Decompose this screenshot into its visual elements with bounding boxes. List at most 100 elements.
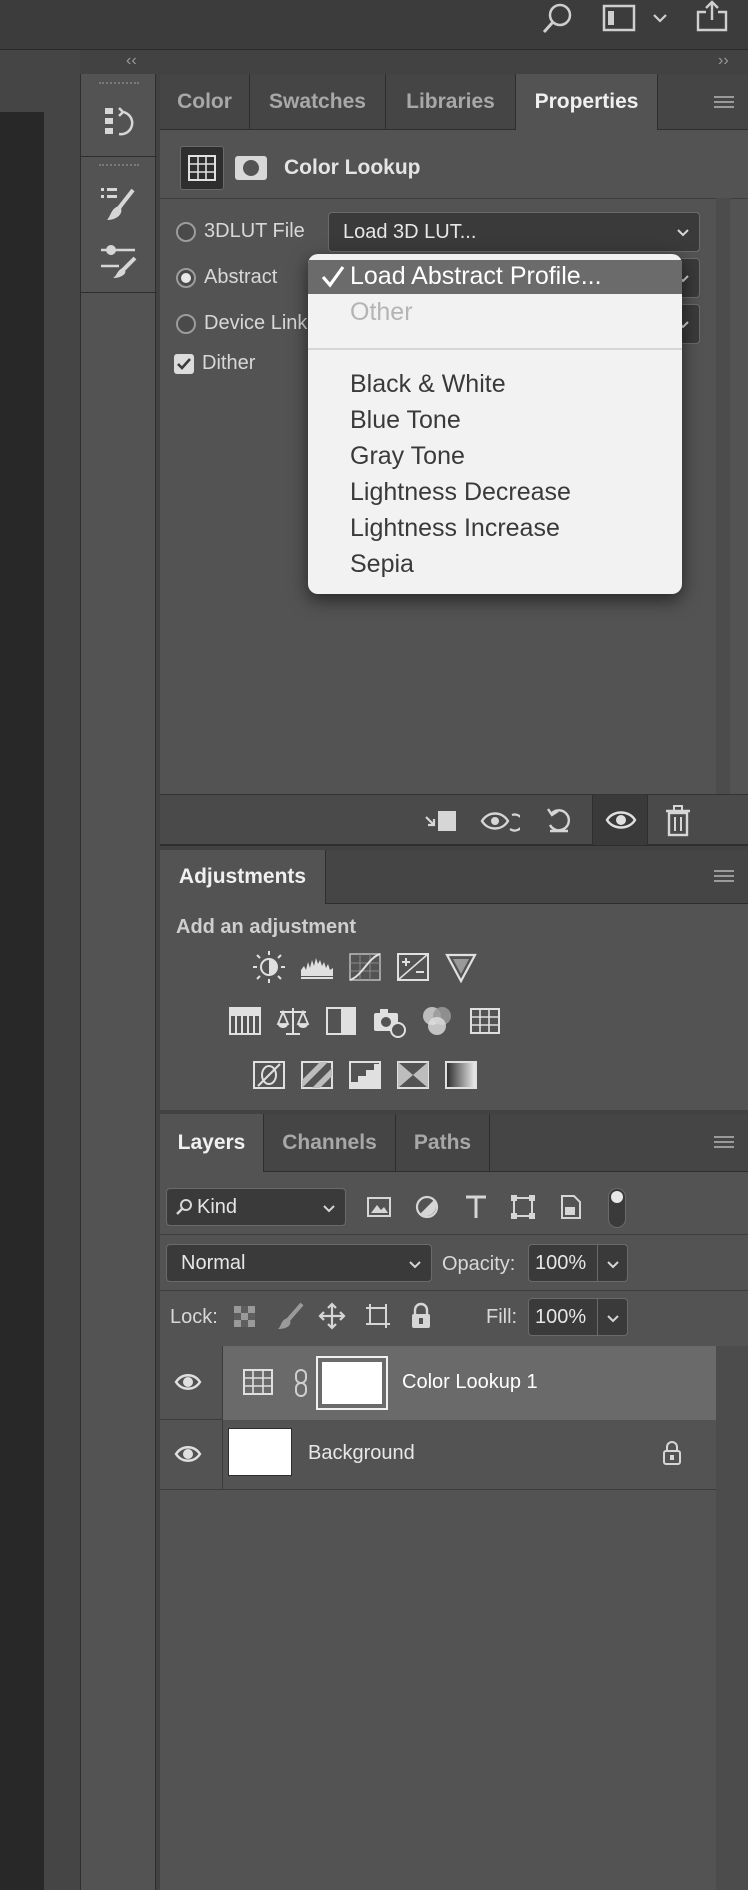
brush-presets-icon[interactable] — [99, 184, 139, 224]
properties-scrollbar[interactable] — [716, 198, 730, 796]
abstract-profile-menu: Load Abstract Profile... Other Black & W… — [308, 254, 682, 594]
collapse-right-icon[interactable]: ›› — [718, 52, 738, 69]
brush-settings-icon[interactable] — [99, 240, 139, 280]
color-lookup-adjustment-icon[interactable] — [180, 146, 224, 190]
levels-icon[interactable] — [300, 950, 334, 984]
trash-icon[interactable] — [664, 805, 692, 837]
menu-item-black-white[interactable]: Black & White — [350, 370, 506, 399]
tab-libraries[interactable]: Libraries — [386, 74, 516, 130]
layer-mask-icon[interactable] — [234, 154, 268, 182]
threshold-icon[interactable] — [348, 1058, 382, 1092]
tab-paths[interactable]: Paths — [396, 1114, 490, 1172]
panel-menu-icon[interactable] — [714, 1136, 734, 1151]
chevron-down-icon — [677, 229, 689, 237]
chevron-down-icon — [607, 1261, 619, 1269]
checkmark-icon — [320, 264, 346, 290]
tab-layers[interactable]: Layers — [160, 1114, 264, 1172]
layer-row-color-lookup[interactable]: Color Lookup 1 — [160, 1346, 716, 1420]
color-lookup-layer-icon — [242, 1368, 274, 1396]
clip-to-layer-icon[interactable] — [424, 807, 460, 835]
menu-item-sepia[interactable]: Sepia — [350, 550, 414, 579]
row-divider — [222, 1420, 223, 1490]
hue-saturation-icon[interactable] — [228, 1004, 262, 1038]
channel-mixer-icon[interactable] — [420, 1004, 454, 1038]
layer-row-background[interactable]: Background — [160, 1420, 716, 1490]
lock-icon[interactable] — [662, 1440, 682, 1466]
vibrance-icon[interactable] — [444, 950, 478, 984]
filter-smart-object-icon[interactable] — [558, 1194, 582, 1220]
layer-visibility-eye-icon[interactable] — [174, 1442, 202, 1466]
radio-device-link[interactable] — [176, 314, 196, 334]
toggle-visibility-icon[interactable] — [592, 795, 648, 845]
history-icon[interactable] — [101, 104, 137, 140]
filter-adjustment-icon[interactable] — [414, 1194, 440, 1220]
brightness-contrast-icon[interactable] — [252, 950, 286, 984]
filter-shape-icon[interactable] — [510, 1194, 536, 1220]
black-white-icon[interactable] — [324, 1004, 358, 1038]
dock-grip — [99, 82, 139, 88]
adjustments-panel: Adjustments Add an adjustment — [160, 850, 748, 1110]
exposure-icon[interactable] — [396, 950, 430, 984]
layers-tabbar: Layers Channels Paths — [160, 1114, 748, 1172]
lock-transparent-pixels-icon[interactable] — [234, 1306, 256, 1328]
reset-icon[interactable] — [544, 805, 574, 835]
menu-item-lightness-decrease[interactable]: Lightness Decrease — [350, 478, 571, 507]
menu-item-blue-tone[interactable]: Blue Tone — [350, 406, 461, 435]
filter-type-icon[interactable] — [464, 1194, 488, 1220]
dock-grip — [99, 164, 139, 170]
layers-scrollbar[interactable] — [716, 1346, 748, 1890]
workspace-icon[interactable] — [602, 4, 636, 32]
view-previous-state-icon[interactable] — [480, 807, 520, 835]
invert-icon[interactable] — [252, 1058, 286, 1092]
fill-label: Fill: — [486, 1306, 518, 1328]
layer-visibility-eye-icon[interactable] — [174, 1370, 202, 1394]
chevron-down-icon[interactable] — [652, 10, 668, 26]
chevron-down-icon — [409, 1261, 421, 1269]
selective-color-icon[interactable] — [396, 1058, 430, 1092]
tab-swatches[interactable]: Swatches — [250, 74, 386, 130]
tab-channels[interactable]: Channels — [264, 1114, 396, 1172]
lut-dropdown[interactable]: Load 3D LUT... — [328, 212, 700, 252]
layer-filter-dropdown[interactable]: Kind — [166, 1188, 346, 1226]
opacity-dropdown-button[interactable] — [598, 1244, 628, 1282]
collapse-left-icon[interactable]: ‹‹ — [126, 52, 146, 69]
opacity-input[interactable]: 100% — [528, 1244, 598, 1282]
tab-color[interactable]: Color — [160, 74, 250, 130]
curves-icon[interactable] — [348, 950, 382, 984]
panel-menu-icon[interactable] — [714, 870, 734, 885]
color-lookup-icon[interactable] — [468, 1004, 502, 1038]
adjustments-heading: Add an adjustment — [176, 916, 357, 938]
radio-abstract[interactable] — [176, 268, 196, 288]
properties-footer — [160, 794, 748, 846]
share-icon[interactable] — [694, 0, 730, 34]
menu-item-lightness-increase[interactable]: Lightness Increase — [350, 514, 560, 543]
photo-filter-icon[interactable] — [372, 1004, 406, 1038]
color-balance-icon[interactable] — [276, 1004, 310, 1038]
gradient-map-icon[interactable] — [444, 1058, 478, 1092]
filter-pixel-icon[interactable] — [366, 1196, 392, 1218]
mask-thumbnail-fill — [322, 1362, 382, 1404]
dither-checkbox[interactable] — [174, 354, 194, 374]
tab-properties[interactable]: Properties — [516, 74, 658, 130]
lock-artboard-icon[interactable] — [364, 1302, 392, 1330]
tab-adjustments[interactable]: Adjustments — [160, 850, 326, 904]
fill-dropdown-button[interactable] — [598, 1298, 628, 1336]
link-icon[interactable] — [294, 1368, 308, 1398]
properties-tabbar: Color Swatches Libraries Properties — [160, 74, 748, 130]
fill-input[interactable]: 100% — [528, 1298, 598, 1336]
menu-item-gray-tone[interactable]: Gray Tone — [350, 442, 465, 471]
lock-image-pixels-icon[interactable] — [276, 1302, 304, 1330]
filter-toggle-switch[interactable] — [608, 1188, 626, 1228]
search-icon[interactable] — [540, 2, 574, 36]
posterize-icon[interactable] — [300, 1058, 334, 1092]
lock-position-icon[interactable] — [318, 1302, 346, 1330]
panel-menu-icon[interactable] — [714, 96, 734, 111]
radio-3dlut[interactable] — [176, 222, 196, 242]
dock-divider — [81, 292, 157, 293]
layer-mask-thumbnail[interactable] — [316, 1356, 388, 1410]
blend-mode-dropdown[interactable]: Normal — [166, 1244, 432, 1282]
lock-label: Lock: — [170, 1306, 218, 1328]
menu-item-load-abstract-profile[interactable]: Load Abstract Profile... — [350, 262, 602, 291]
lock-all-icon[interactable] — [410, 1302, 432, 1330]
layer-name: Color Lookup 1 — [402, 1371, 538, 1393]
